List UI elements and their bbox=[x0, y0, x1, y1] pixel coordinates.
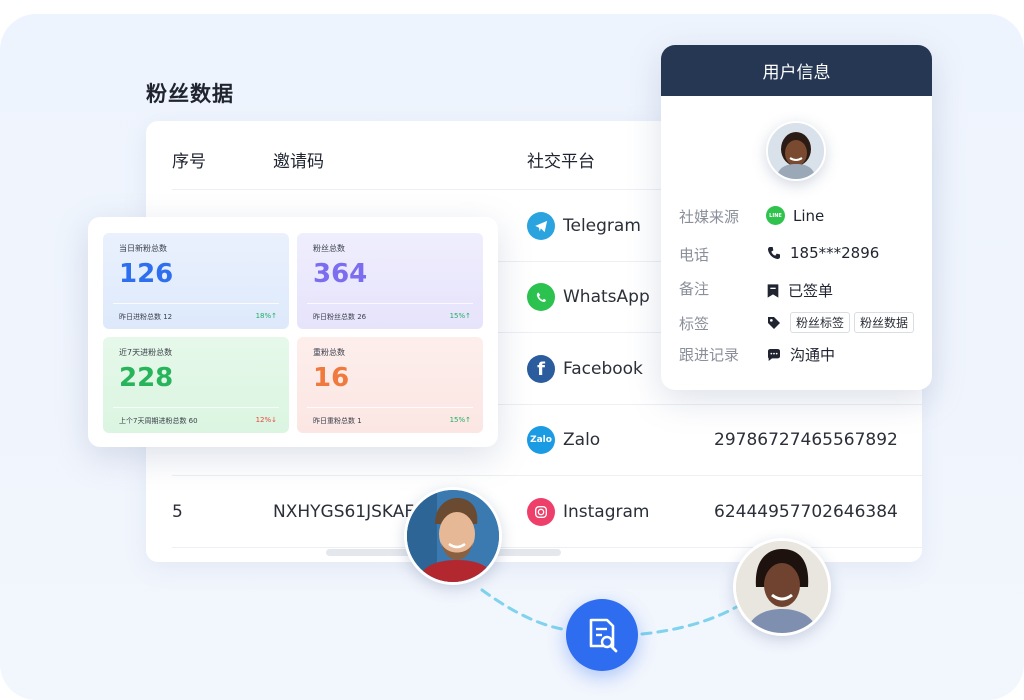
fan-avatar-man bbox=[404, 487, 502, 585]
search-document-icon[interactable] bbox=[566, 599, 638, 671]
connector-lines bbox=[480, 588, 742, 636]
fan-avatar-woman bbox=[733, 538, 831, 636]
